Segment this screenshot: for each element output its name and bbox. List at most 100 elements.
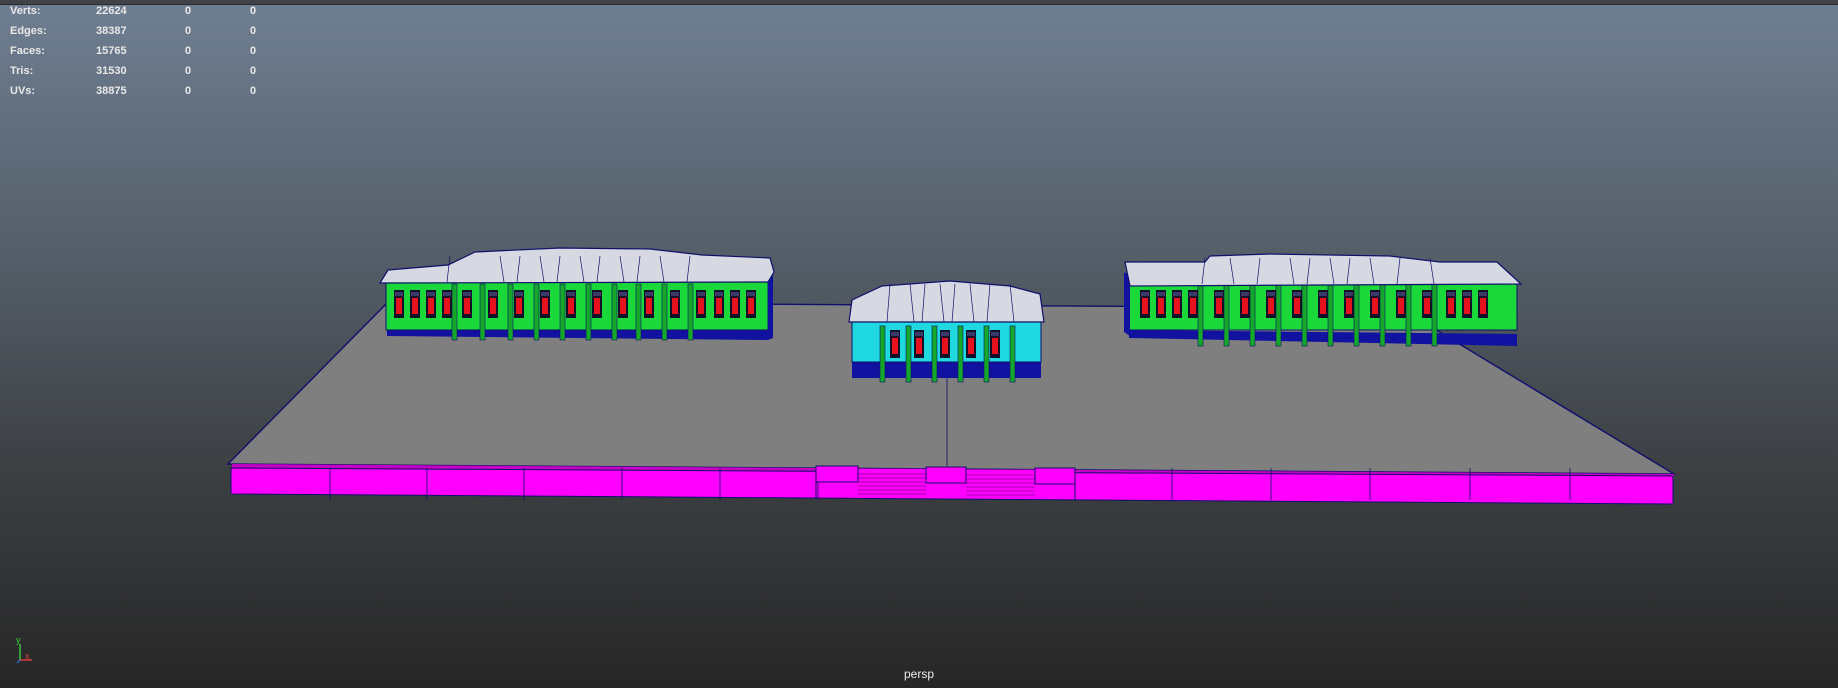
column [905,325,912,383]
window-pane [594,298,600,314]
hud-value: 0 [185,45,192,57]
hud-value: 22624 [96,5,127,17]
window-transom [1423,292,1431,296]
window-transom [1173,292,1181,296]
hud-row-edges: Edges: 38387 0 0 [10,25,270,45]
column [507,283,514,341]
column [1249,281,1256,347]
window-transom [715,292,723,296]
window-transom [1141,292,1149,296]
hud-row-faces: Faces: 15765 0 0 [10,45,270,65]
column [931,325,938,383]
column [983,325,990,383]
window-pane [968,338,974,354]
window-transom [1267,292,1275,296]
window-pane [444,298,450,314]
hud-label: Edges: [10,25,47,37]
column [879,325,886,383]
column [1275,281,1282,347]
window-pane [542,298,548,314]
window-pane [672,298,678,314]
window-transom [427,292,435,296]
window-transom [1463,292,1471,296]
window-transom [619,292,627,296]
window-transom [1371,292,1379,296]
window-pane [716,298,722,314]
column [611,283,618,341]
column [451,283,458,341]
center-building[interactable] [848,280,1045,383]
window-transom [1345,292,1353,296]
window-pane [464,298,470,314]
3d-viewport[interactable]: Verts: 22624 0 0 Edges: 38387 0 0 Faces:… [0,0,1838,688]
hud-value: 0 [185,85,192,97]
window-transom [967,332,975,336]
column [687,283,694,341]
column [1353,281,1360,347]
window-transom [1397,292,1405,296]
window-pane [732,298,738,314]
window-pane [1424,298,1430,314]
hud-value: 0 [250,65,257,77]
hud-row-uvs: UVs: 38875 0 0 [10,85,270,105]
window-pane [1480,298,1486,314]
window-transom [891,332,899,336]
window-transom [941,332,949,336]
window-pane [490,298,496,314]
hud-value: 38387 [96,25,127,37]
window-pane [1158,298,1164,314]
hud-value: 0 [250,85,257,97]
column [559,283,566,341]
window-pane [698,298,704,314]
window-pane [1294,298,1300,314]
window-pane [516,298,522,314]
poly-count-hud: Verts: 22624 0 0 Edges: 38387 0 0 Faces:… [10,5,270,105]
column [533,283,540,341]
window-transom [645,292,653,296]
window-transom [1319,292,1327,296]
window-transom [731,292,739,296]
axis-gizmo-icon: y x [16,636,46,668]
window-transom [747,292,755,296]
left-building[interactable] [378,247,775,341]
window-transom [489,292,497,296]
window-pane [1398,298,1404,314]
window-transom [671,292,679,296]
window-pane [1464,298,1470,314]
hud-label: UVs: [10,85,36,97]
column [661,283,668,341]
window-transom [697,292,705,296]
window-transom [411,292,419,296]
window-transom [1157,292,1165,296]
window-pane [620,298,626,314]
window-pane [1320,298,1326,314]
column [957,325,964,383]
column [1301,281,1308,347]
window-pane [1174,298,1180,314]
window-pane [1448,298,1454,314]
column [635,283,642,341]
column [1009,325,1016,383]
hud-value: 0 [250,25,257,37]
hud-value: 0 [185,25,192,37]
window-pane [748,298,754,314]
column [1197,281,1204,347]
window-transom [1241,292,1249,296]
column [479,283,486,341]
window-transom [395,292,403,296]
window-transom [1215,292,1223,296]
right-building[interactable] [1124,253,1523,347]
window-transom [593,292,601,296]
window-transom [915,332,923,336]
window-transom [443,292,451,296]
scene-render[interactable] [0,0,1838,688]
window-pane [1268,298,1274,314]
window-pane [1372,298,1378,314]
window-transom [1447,292,1455,296]
window-pane [1242,298,1248,314]
window-pane [1142,298,1148,314]
window-pane [568,298,574,314]
hud-value: 0 [185,5,192,17]
window-pane [1346,298,1352,314]
window-pane [942,338,948,354]
